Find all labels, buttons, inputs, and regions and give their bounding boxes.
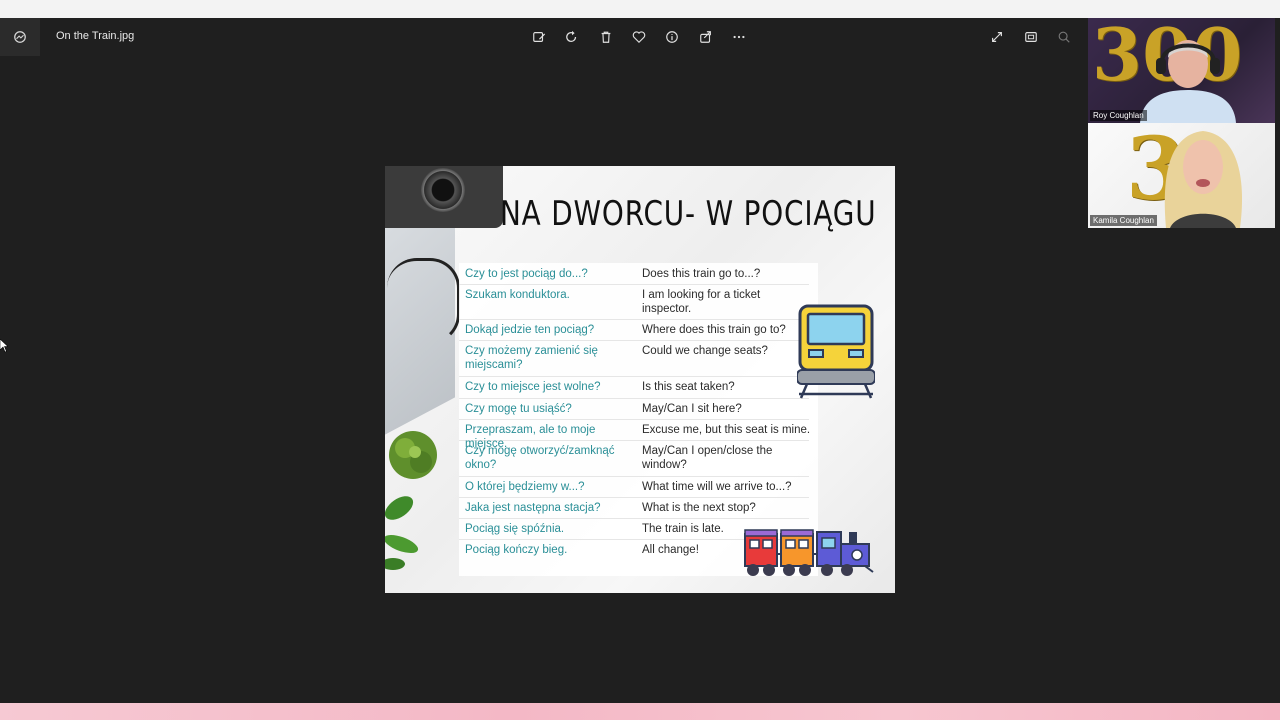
participant-name: Kamila Coughlan [1090,215,1157,226]
phrase-english: May/Can I sit here? [642,403,742,415]
phrase-polish: Dokąd jedzie ten pociąg? [465,324,595,336]
leaf-plant-icon [385,496,419,570]
phrase-row: Czy to jest pociąg do...? Does this trai… [459,263,809,285]
info-button[interactable] [662,27,682,47]
phrase-polish: Szukam konduktora. [465,289,570,301]
file-name-title: On the Train.jpg [56,30,135,42]
video-tile-kamila[interactable]: 3 Kamila Coughlan [1088,123,1275,228]
phrase-row: Szukam konduktora. I am looking for a ti… [459,284,809,320]
delete-icon [601,31,611,43]
phrase-polish: Czy możemy zamienić się miejscami? [465,345,598,371]
more-icon [733,35,745,39]
mouse-cursor-icon [0,339,8,353]
phrase-polish: Pociąg kończy bieg. [465,544,568,556]
phrase-polish: Czy mogę tu usiąść? [465,403,572,415]
participant-video-roy [1140,40,1236,123]
fit-window-button[interactable] [1021,27,1041,47]
viewer-toolbar: On the Train.jpg [0,18,1088,56]
rotate-icon [566,30,577,42]
info-icon [666,31,678,43]
video-tile-roy[interactable]: 300 Roy Coughlan [1088,18,1275,123]
phrase-row: Czy to miejsce jest wolne? Is this seat … [459,376,809,399]
top-window-strip [0,0,1280,18]
phrase-english: What time will we arrive to...? [642,481,792,493]
phrase-english: What is the next stop? [642,502,756,514]
phrase-english: Could we change seats? [642,345,768,357]
phrase-polish: Czy to jest pociąg do...? [465,268,588,280]
favorite-button[interactable] [629,27,649,47]
participant-name: Roy Coughlan [1090,110,1147,121]
phrase-row: Dokąd jedzie ten pociąg? Where does this… [459,319,809,341]
more-options-button[interactable] [729,27,749,47]
rotate-button[interactable] [562,27,582,47]
share-button[interactable] [696,27,716,47]
share-icon [700,31,711,43]
phrase-polish: Pociąg się spóźnia. [465,523,565,535]
photo-viewer: On the Train.jpg NA DWORCU- W POCIĄGU Cz… [0,18,1088,703]
delete-button[interactable] [596,27,616,47]
slide-title: NA DWORCU- W POCIĄGU [500,194,877,234]
phrase-row: Czy możemy zamienić się miejscami? Could… [459,340,809,377]
edit-image-icon [533,32,546,42]
phrase-english: Excuse me, but this seat is mine. [642,424,811,436]
photos-app-icon[interactable] [0,18,40,56]
phrase-english: Is this seat taken? [642,381,735,393]
bottom-window-strip [0,703,1280,720]
fullscreen-button[interactable] [987,27,1007,47]
phrase-polish: Czy to miejsce jest wolne? [465,381,601,393]
phrase-row: Czy mogę otworzyć/zamknąć okno? May/Can … [459,440,809,477]
participant-video-kamila [1164,131,1243,228]
zoom-button[interactable] [1054,27,1074,47]
phrase-row: Jaka jest następna stacja? What is the n… [459,497,809,519]
phrase-english: May/Can I open/close the window? [642,445,773,471]
toy-train-icon [744,529,874,576]
edit-image-button[interactable] [529,27,549,47]
phrase-polish: Jaka jest następna stacja? [465,502,601,514]
phrase-polish: Czy mogę otworzyć/zamknąć okno? [465,445,615,471]
phrase-polish: O której będziemy w...? [465,481,585,493]
phrase-row: O której będziemy w...? What time will w… [459,476,809,498]
glasses-decoration [387,258,460,344]
fullscreen-icon [992,32,1002,42]
favorite-icon [632,31,646,44]
slide-image: NA DWORCU- W POCIĄGU Czy to jest pociąg … [385,166,895,593]
phrase-english: I am looking for a ticket inspector. [642,289,761,315]
succulent-plant-icon [389,431,437,479]
phrase-row: Przepraszam, ale to moje miejsce. Excuse… [459,419,811,450]
phrase-row: Czy mogę tu usiąść? May/Can I sit here? [459,398,809,420]
phrase-english: Where does this train go to? [642,324,786,336]
tram-icon [797,304,875,399]
phrase-english: Does this train go to...? [642,268,761,280]
camera-decoration [385,166,503,228]
fit-window-icon [1025,32,1037,42]
zoom-icon [1058,31,1070,43]
